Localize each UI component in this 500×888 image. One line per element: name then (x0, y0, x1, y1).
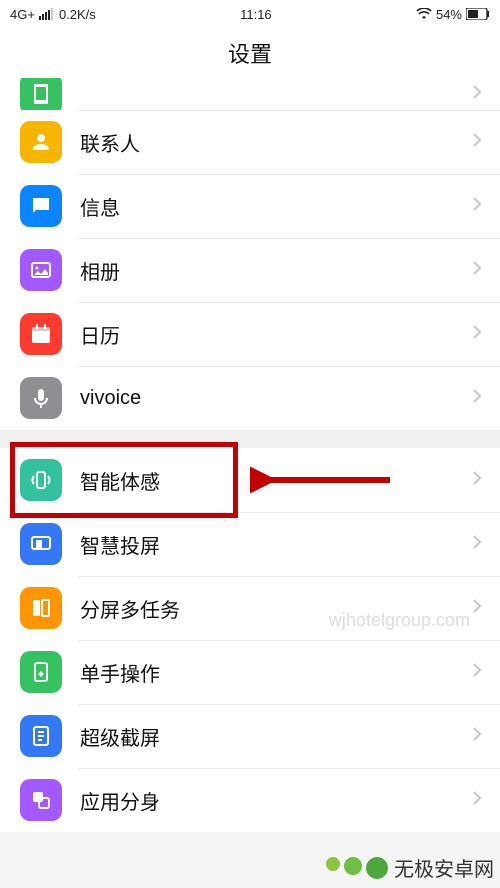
speed-label: 0.2K/s (59, 7, 96, 22)
settings-row-split[interactable]: 分屏多任务 (0, 576, 500, 640)
chevron-right-icon (472, 388, 482, 409)
phone-icon (20, 78, 62, 110)
settings-row-messages[interactable]: 信息 (0, 174, 500, 238)
mic-icon (20, 377, 62, 419)
screenshot-icon (20, 715, 62, 757)
settings-group-2: 智能体感智慧投屏分屏多任务单手操作超级截屏应用分身 (0, 448, 500, 832)
row-label: 智慧投屏 (80, 530, 472, 559)
row-label: 相册 (80, 256, 472, 285)
site-logo: 无极安卓网 (326, 853, 494, 882)
battery-pct: 54% (436, 7, 462, 22)
settings-row-phone[interactable] (0, 78, 500, 110)
status-right: 54% (416, 7, 490, 22)
chevron-right-icon (472, 84, 482, 105)
row-label: 日历 (80, 320, 472, 349)
settings-row-mic[interactable]: vivoice (0, 366, 500, 430)
chevron-right-icon (472, 324, 482, 345)
chevron-right-icon (472, 470, 482, 491)
settings-row-clone[interactable]: 应用分身 (0, 768, 500, 832)
settings-row-gallery[interactable]: 相册 (0, 238, 500, 302)
row-label: 超级截屏 (80, 722, 472, 751)
chevron-right-icon (472, 534, 482, 555)
chevron-right-icon (472, 132, 482, 153)
wifi-icon (416, 8, 432, 20)
network-label: 4G+ (10, 7, 35, 22)
row-label: 分屏多任务 (80, 594, 472, 623)
gallery-icon (20, 249, 62, 291)
messages-icon (20, 185, 62, 227)
settings-row-motion[interactable]: 智能体感 (0, 448, 500, 512)
calendar-icon (20, 313, 62, 355)
status-left: 4G+ 0.2K/s (10, 7, 96, 22)
page-title: 设置 (0, 28, 500, 78)
chevron-right-icon (472, 196, 482, 217)
row-label: 联系人 (80, 128, 472, 157)
row-label: 单手操作 (80, 658, 472, 687)
settings-group-1: 联系人信息相册日历 vivoice (0, 78, 500, 430)
contacts-icon (20, 121, 62, 163)
row-label: 应用分身 (80, 786, 472, 815)
cast-icon (20, 523, 62, 565)
motion-icon (20, 459, 62, 501)
settings-row-onehand[interactable]: 单手操作 (0, 640, 500, 704)
status-time: 11:16 (240, 7, 272, 22)
chevron-right-icon (472, 598, 482, 619)
chevron-right-icon (472, 662, 482, 683)
logo-dots-icon (326, 857, 388, 879)
settings-row-calendar[interactable]: 日历 (0, 302, 500, 366)
chevron-right-icon (472, 726, 482, 747)
split-icon (20, 587, 62, 629)
chevron-right-icon (472, 790, 482, 811)
group-separator (0, 430, 500, 448)
chevron-right-icon (472, 260, 482, 281)
settings-row-screenshot[interactable]: 超级截屏 (0, 704, 500, 768)
clone-icon (20, 779, 62, 821)
row-label: 信息 (80, 192, 472, 221)
logo-text: 无极安卓网 (394, 853, 494, 882)
signal-icon (39, 8, 55, 20)
row-label: 智能体感 (80, 466, 472, 495)
row-label: vivoice (80, 387, 472, 410)
status-bar: 4G+ 0.2K/s 11:16 54% (0, 0, 500, 28)
onehand-icon (20, 651, 62, 693)
settings-row-cast[interactable]: 智慧投屏 (0, 512, 500, 576)
battery-icon (466, 8, 490, 20)
settings-row-contacts[interactable]: 联系人 (0, 110, 500, 174)
